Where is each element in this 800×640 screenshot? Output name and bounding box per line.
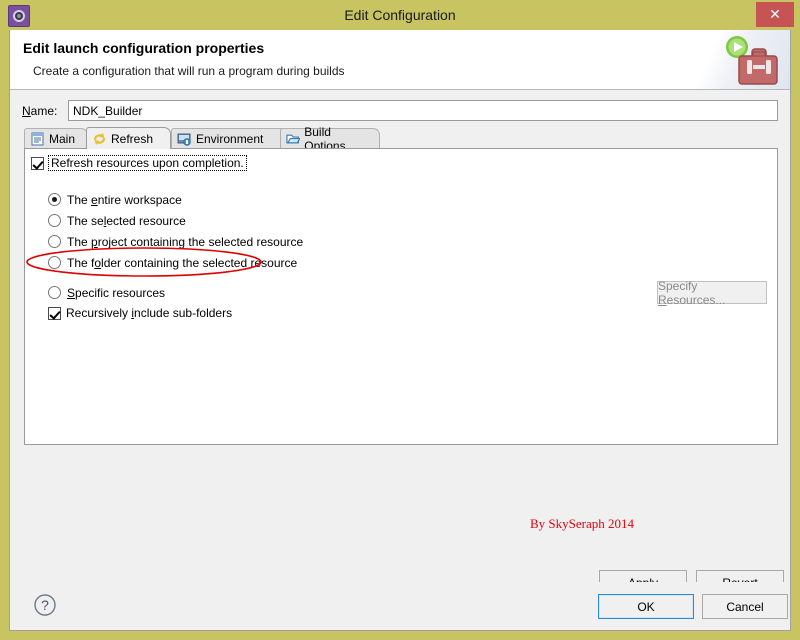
- radio-selected-resource-button[interactable]: [48, 214, 61, 227]
- radio-selected-resource-label: The selected resource: [67, 213, 186, 228]
- refresh-enable-label: Refresh resources upon completion.: [48, 155, 247, 171]
- refresh-tab-panel: Refresh resources upon completion. The e…: [24, 148, 778, 531]
- radio-specific-resources-label: Specific resources: [67, 285, 166, 300]
- ok-button[interactable]: OK: [598, 594, 694, 619]
- svg-text:?: ?: [41, 597, 49, 613]
- recursive-include-row[interactable]: Recursively include sub-folders: [48, 306, 232, 320]
- radio-folder-containing-label: The folder containing the selected resou…: [67, 255, 298, 270]
- radio-group-spacer: [48, 273, 303, 282]
- document-icon: [31, 132, 44, 146]
- specify-resources-button[interactable]: Specify Resources...: [657, 279, 767, 307]
- tab-strip: Main Refresh Environment Build Options: [24, 125, 778, 153]
- page-title: Edit launch configuration properties: [23, 40, 265, 56]
- page-subtitle: Create a configuration that will run a p…: [33, 64, 345, 78]
- edit-configuration-dialog: Edit Configuration ✕ Edit launch configu…: [0, 0, 800, 640]
- radio-specific-resources-button[interactable]: [48, 286, 61, 299]
- refresh-enable-row[interactable]: Refresh resources upon completion.: [31, 155, 247, 171]
- radio-folder-containing[interactable]: The folder containing the selected resou…: [48, 252, 303, 273]
- dialog-footer: ? OK Cancel: [10, 582, 790, 630]
- close-icon[interactable]: ✕: [756, 2, 794, 27]
- watermark-text: By SkySeraph 2014: [530, 516, 634, 531]
- name-label-mnemonic: N: [22, 104, 31, 118]
- header-banner: Edit launch configuration properties Cre…: [10, 30, 790, 90]
- recursive-include-label: Recursively include sub-folders: [66, 306, 233, 320]
- refresh-enable-checkbox[interactable]: [31, 156, 44, 170]
- title-bar: Edit Configuration ✕: [0, 0, 800, 30]
- recursive-include-checkbox[interactable]: [48, 306, 61, 320]
- dialog-body: Name: Main: [10, 90, 790, 630]
- name-input[interactable]: [68, 100, 778, 121]
- refresh-scope-radio-group: The entire workspace The selected resour…: [48, 189, 303, 303]
- tab-build-options[interactable]: Build Options: [280, 125, 380, 153]
- tab-refresh[interactable]: Refresh: [86, 127, 171, 149]
- tab-main[interactable]: Main: [24, 128, 88, 149]
- window-title: Edit Configuration: [344, 7, 456, 23]
- radio-entire-workspace-button[interactable]: [48, 193, 61, 206]
- open-folder-icon: [286, 134, 301, 144]
- name-label-rest: ame:: [30, 104, 58, 118]
- radio-project-containing-label: The project containing the selected reso…: [67, 234, 304, 249]
- name-row: Name:: [22, 100, 778, 122]
- radio-selected-resource[interactable]: The selected resource: [48, 210, 303, 231]
- radio-folder-containing-button[interactable]: [48, 256, 61, 269]
- radio-project-containing-button[interactable]: [48, 235, 61, 248]
- dialog-client-area: Edit launch configuration properties Cre…: [9, 30, 791, 631]
- environment-icon: [177, 133, 191, 146]
- tab-environment[interactable]: Environment: [171, 128, 291, 149]
- tab-main-label: Main: [49, 132, 76, 146]
- radio-project-containing[interactable]: The project containing the selected reso…: [48, 231, 303, 252]
- name-label: Name:: [22, 104, 57, 118]
- radio-entire-workspace-label: The entire workspace: [67, 192, 182, 207]
- refresh-arrows-icon: [93, 132, 106, 145]
- radio-entire-workspace[interactable]: The entire workspace: [48, 189, 303, 210]
- radio-specific-resources[interactable]: Specific resources: [48, 282, 303, 303]
- window-frame: Edit Configuration ✕ Edit launch configu…: [0, 0, 800, 640]
- tab-refresh-label: Refresh: [111, 131, 154, 146]
- tab-environment-label: Environment: [196, 132, 264, 146]
- help-icon[interactable]: ?: [32, 592, 58, 618]
- cancel-button[interactable]: Cancel: [702, 594, 788, 619]
- toolbox-with-play-icon: [726, 36, 778, 85]
